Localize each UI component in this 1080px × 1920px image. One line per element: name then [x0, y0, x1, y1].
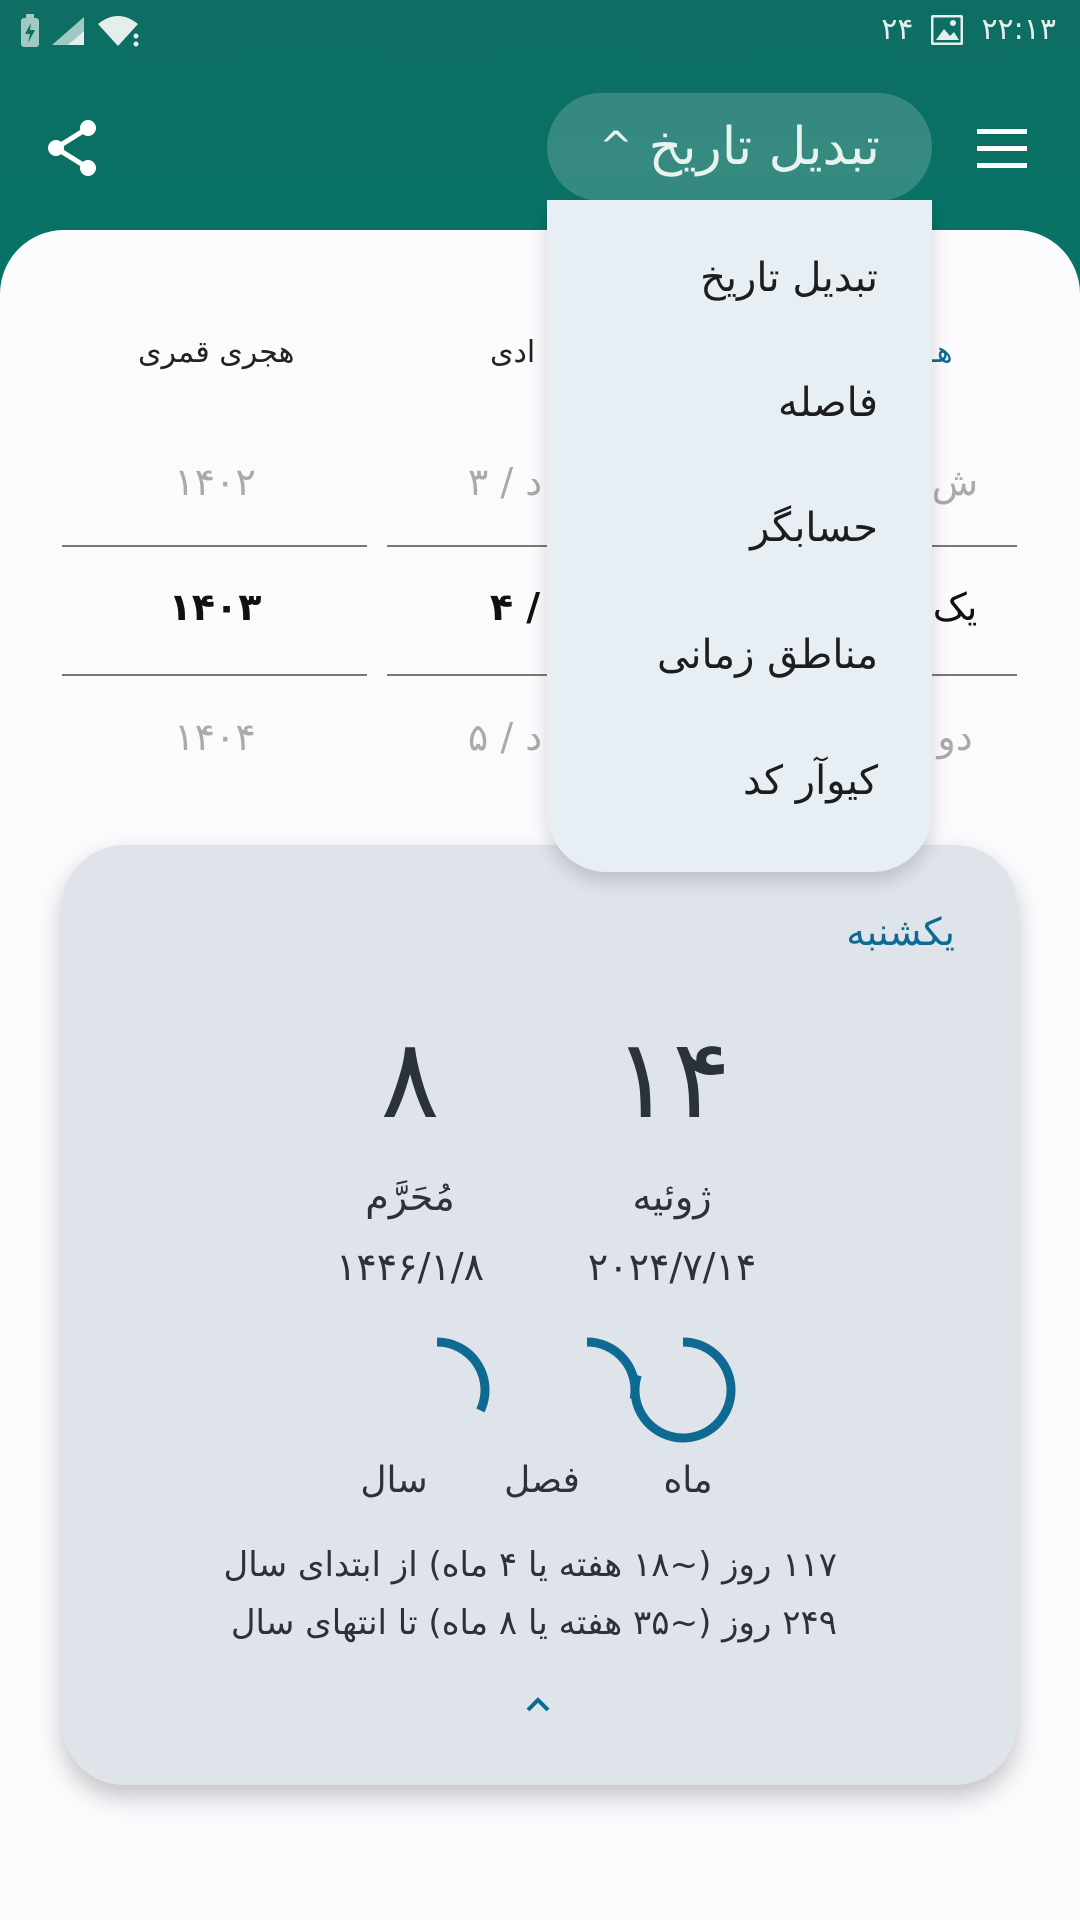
year-wheel-current[interactable]: ۱۴۰۳ — [140, 585, 290, 629]
menu-item-qr-code[interactable]: کیوآر کد — [743, 758, 878, 804]
year-progress-ring — [436, 1337, 490, 1413]
year-progress-label: سال — [360, 1460, 428, 1501]
page-title: تبدیل تاریخ — [648, 117, 880, 177]
hijri-date: ۱۴۴۶/۱/۸ — [335, 1245, 485, 1289]
date-info-card: یکشنبه ۱۴ ۸ ژوئیه مُحَرَّم ۲۰۲۴/۷/۱۴ ۱۴۴… — [62, 845, 1017, 1785]
weekday-label: یکشنبه — [846, 910, 955, 954]
wheel-divider — [62, 545, 367, 547]
column-header-hijri-lunar: هجری قمری — [138, 335, 295, 370]
wheel-divider — [932, 674, 1017, 676]
season-progress-ring — [586, 1337, 640, 1400]
days-to-year-end: ۲۴۹ روز (~۳۵ هفته یا ۸ ماه) تا انتهای سا… — [230, 1603, 837, 1643]
month-wheel-prev[interactable]: د / ۳ — [455, 460, 555, 504]
gregorian-month: ژوئیه — [632, 1175, 712, 1219]
month-progress-label: ماه — [663, 1460, 713, 1501]
battery-charging-icon — [21, 14, 39, 47]
days-from-year-start: ۱۱۷ روز (~۱۸ هفته یا ۴ ماه) از ابتدای سا… — [223, 1545, 837, 1585]
wheel-divider — [62, 674, 367, 676]
signal-icon — [52, 17, 84, 45]
share-icon[interactable] — [44, 118, 104, 178]
status-time: ۲۲:۱۳ — [981, 12, 1056, 47]
status-icons-right: ۲۴ ۲۲:۱۳ — [881, 12, 1056, 47]
menu-item-time-zones[interactable]: مناطق زمانی — [657, 632, 878, 678]
wheel-divider — [932, 545, 1017, 547]
hijri-month: مُحَرَّم — [365, 1175, 455, 1219]
month-wheel-current[interactable]: ۴ / — [475, 585, 555, 629]
day-wheel-next[interactable]: دو — [930, 715, 980, 759]
wheel-divider — [387, 674, 547, 676]
tool-dropdown-menu: تبدیل تاریخ فاصله حسابگر مناطق زمانی کیو… — [547, 200, 932, 872]
menu-item-distance[interactable]: فاصله — [778, 380, 878, 426]
season-progress-label: فصل — [504, 1460, 580, 1501]
month-wheel-next[interactable]: د / ۵ — [455, 715, 555, 759]
column-header-gregorian: ادی — [490, 335, 536, 370]
hamburger-menu-icon[interactable] — [972, 124, 1032, 174]
tool-selector-chip[interactable]: تبدیل تاریخ ^ — [547, 93, 932, 201]
wifi-icon — [98, 16, 139, 47]
image-notification-icon — [931, 14, 964, 45]
day-wheel-current[interactable]: یک — [930, 585, 980, 629]
status-bar: ۲۴ ۲۲:۱۳ — [0, 0, 1080, 62]
hijri-day: ۸ — [380, 1015, 440, 1143]
collapse-chevron-icon[interactable] — [518, 1690, 558, 1720]
notification-count: ۲۴ — [881, 12, 914, 47]
month-progress-ring — [630, 1337, 736, 1443]
year-wheel-prev[interactable]: ۱۴۰۲ — [140, 460, 290, 504]
year-wheel-next[interactable]: ۱۴۰۴ — [140, 715, 290, 759]
status-icons-left — [20, 14, 140, 48]
chevron-up-icon: ^ — [599, 124, 633, 170]
gregorian-date: ۲۰۲۴/۷/۱۴ — [587, 1245, 757, 1289]
menu-item-calculator[interactable]: حسابگر — [750, 505, 878, 551]
gregorian-day: ۱۴ — [612, 1015, 732, 1143]
day-wheel-prev[interactable]: ش — [930, 460, 980, 504]
menu-item-date-conversion[interactable]: تبدیل تاریخ — [700, 255, 878, 301]
wheel-divider — [387, 545, 547, 547]
